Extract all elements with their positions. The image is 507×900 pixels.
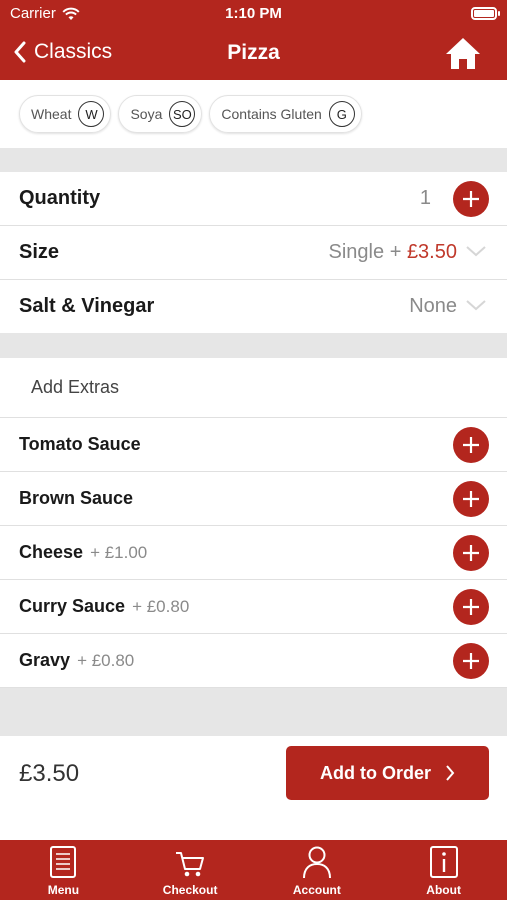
extra-item-label: Tomato Sauce bbox=[19, 434, 141, 455]
cart-icon bbox=[176, 852, 205, 877]
allergen-name: Contains Gluten bbox=[221, 106, 322, 122]
allergen-chip-wheat: Wheat W bbox=[19, 95, 112, 133]
section-separator bbox=[0, 688, 507, 736]
tab-about[interactable]: About bbox=[380, 840, 507, 900]
chevron-down-icon bbox=[466, 300, 486, 311]
nav-bar: Classics Pizza bbox=[0, 28, 507, 80]
add-to-order-button[interactable]: Add to Order bbox=[286, 746, 489, 800]
allergen-name: Soya bbox=[130, 106, 163, 122]
section-separator bbox=[0, 333, 507, 358]
salt-vinegar-row[interactable]: Salt & Vinegar None bbox=[0, 280, 507, 334]
order-total: £3.50 bbox=[19, 760, 80, 787]
quantity-label: Quantity bbox=[19, 187, 101, 209]
tab-label: About bbox=[426, 883, 461, 897]
extra-name: Cheese bbox=[19, 542, 84, 562]
home-button[interactable] bbox=[445, 36, 481, 75]
plus-icon bbox=[463, 490, 479, 507]
menu-book-icon bbox=[50, 846, 77, 878]
extra-name: Gravy bbox=[19, 650, 71, 670]
extras-heading-row: Add Extras bbox=[0, 358, 507, 418]
plus-icon bbox=[463, 598, 479, 615]
plus-icon bbox=[463, 652, 479, 669]
size-plus: + bbox=[389, 241, 402, 263]
salt-vinegar-label: Salt & Vinegar bbox=[19, 295, 155, 317]
allergen-chip-gluten: Contains Gluten G bbox=[209, 95, 362, 133]
page-title: Pizza bbox=[227, 41, 280, 64]
size-selected: Single bbox=[328, 241, 385, 263]
tab-bar: Menu Checkout Account About bbox=[0, 840, 507, 900]
allergen-chip-soya: Soya SO bbox=[118, 95, 203, 133]
tab-checkout[interactable]: Checkout bbox=[127, 840, 254, 900]
extra-price: + £0.80 bbox=[77, 651, 135, 670]
add-extra-button[interactable] bbox=[453, 588, 489, 625]
order-footer: £3.50 Add to Order bbox=[0, 736, 507, 840]
add-extra-button[interactable] bbox=[453, 426, 489, 463]
extra-item-row: Curry Sauce + £0.80 bbox=[0, 580, 507, 634]
chevron-right-icon bbox=[446, 765, 455, 781]
quantity-value: 1 bbox=[419, 187, 431, 209]
home-icon bbox=[446, 38, 480, 69]
add-extra-button[interactable] bbox=[453, 480, 489, 517]
allergen-chips: Wheat W Soya SO Contains Gluten G bbox=[0, 80, 507, 148]
size-label: Size bbox=[19, 241, 60, 263]
plus-icon bbox=[463, 544, 479, 561]
info-icon bbox=[429, 846, 458, 878]
allergen-code-badge: G bbox=[328, 101, 355, 127]
quantity-increase-button[interactable] bbox=[453, 180, 489, 217]
status-bar: Carrier 1:10 PM bbox=[0, 0, 507, 28]
extra-item-row: Brown Sauce bbox=[0, 472, 507, 526]
extra-item-row: Cheese + £1.00 bbox=[0, 526, 507, 580]
extra-name: Tomato Sauce bbox=[19, 434, 141, 454]
tab-menu[interactable]: Menu bbox=[0, 840, 127, 900]
extra-name: Curry Sauce bbox=[19, 596, 126, 616]
section-separator bbox=[0, 148, 507, 172]
extra-item-label: Gravy + £0.80 bbox=[19, 650, 134, 671]
plus-icon bbox=[463, 190, 479, 207]
extras-heading: Add Extras bbox=[31, 377, 120, 397]
extra-price: + £0.80 bbox=[132, 597, 190, 616]
extra-item-label: Cheese + £1.00 bbox=[19, 542, 147, 563]
extra-name: Brown Sauce bbox=[19, 488, 134, 508]
chevron-down-icon bbox=[466, 246, 486, 257]
person-icon bbox=[302, 846, 331, 879]
tab-label: Account bbox=[292, 883, 341, 897]
tab-account[interactable]: Account bbox=[254, 840, 381, 900]
plus-icon bbox=[463, 436, 479, 453]
quantity-row: Quantity 1 bbox=[0, 172, 507, 226]
allergen-name: Wheat bbox=[31, 106, 72, 122]
extra-item-row: Gravy + £0.80 bbox=[0, 634, 507, 688]
tab-label: Menu bbox=[47, 883, 80, 897]
add-to-order-label: Add to Order bbox=[320, 762, 431, 783]
salt-vinegar-value: None bbox=[409, 295, 457, 317]
size-row[interactable]: Size Single + £3.50 bbox=[0, 226, 507, 280]
extra-item-row: Tomato Sauce bbox=[0, 418, 507, 472]
status-time: 1:10 PM bbox=[225, 5, 282, 22]
allergen-code-badge: SO bbox=[169, 101, 196, 127]
extra-price: + £1.00 bbox=[90, 543, 148, 562]
extra-item-label: Curry Sauce + £0.80 bbox=[19, 596, 189, 617]
add-extra-button[interactable] bbox=[453, 642, 489, 679]
add-extra-button[interactable] bbox=[453, 534, 489, 571]
size-value: Single + £3.50 bbox=[329, 241, 457, 264]
extra-item-label: Brown Sauce bbox=[19, 488, 133, 509]
size-price: £3.50 bbox=[406, 241, 457, 263]
allergen-code-badge: W bbox=[78, 101, 105, 127]
tab-label: Checkout bbox=[162, 883, 218, 897]
battery-icon bbox=[471, 7, 500, 20]
